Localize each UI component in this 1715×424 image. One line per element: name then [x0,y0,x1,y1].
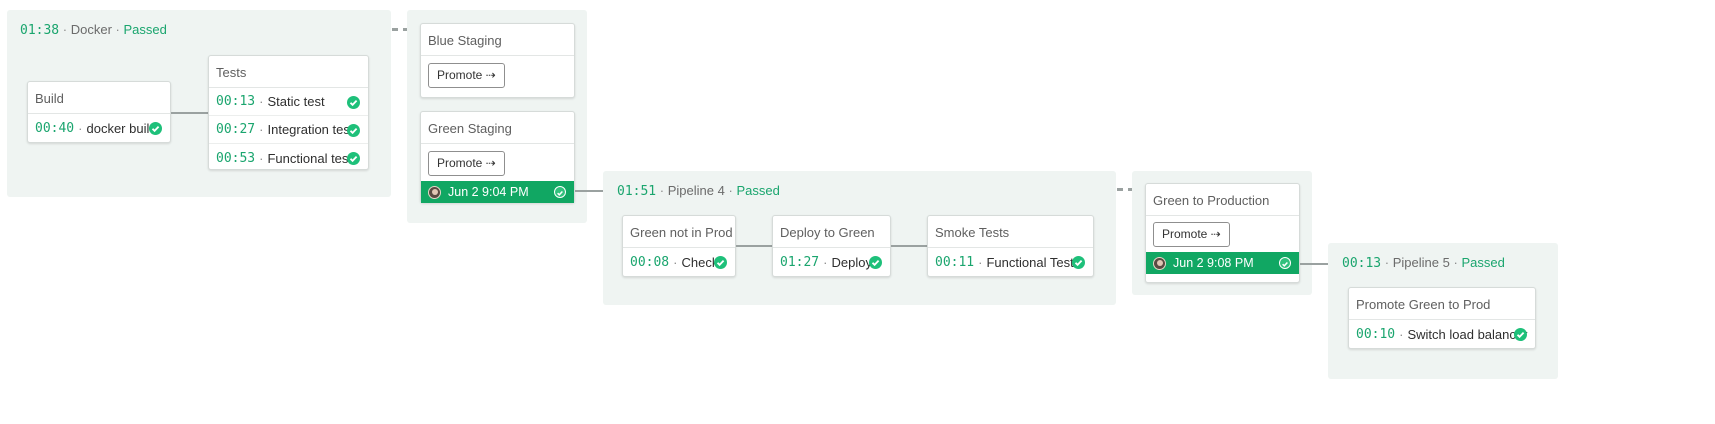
block-title: Green Staging [421,112,574,144]
stage-block: Green not in Prod 00:08 · Check [622,215,736,277]
connector-line [891,245,928,247]
stage-block: Deploy to Green 01:27 · Deploy [772,215,891,277]
job-row[interactable]: 01:27 · Deploy [773,248,890,276]
pipeline-status: Passed [123,22,167,37]
job-name: Deploy [831,254,872,270]
pipeline-duration: 01:51 [617,184,657,199]
docker-pipeline-header[interactable]: 01:38 · Docker · Passed [20,22,167,38]
job-name: Static test [267,94,325,109]
check-circle-icon [149,122,162,135]
check-circle-icon [1279,257,1291,269]
block-title: Green not in Prod [623,216,735,248]
promote-button[interactable]: Promote ⇢ [428,63,505,88]
green-staging-block: Green Staging Promote ⇢ Jun 2 9:04 PM [420,111,575,203]
stage-block: Promote Green to Prod 00:10 · Switch load … [1348,287,1536,349]
pipeline-name: Docker [70,22,112,37]
job-duration: 01:27 [780,254,820,270]
job-row[interactable]: 00:13 · Static test [209,88,368,116]
block-title: Build [28,82,170,114]
job-name: Check [681,254,719,270]
job-row[interactable]: 00:08 · Check [623,248,735,276]
job-name: Functional test [267,150,353,166]
job-duration: 00:27 [216,122,256,137]
block-title: Green to Production [1146,184,1299,216]
approval-bar[interactable]: Jun 2 9:04 PM [421,181,574,203]
job-name: Switch load balancer [1407,326,1528,342]
blue-staging-block: Blue Staging Promote ⇢ [420,23,575,98]
user-avatar [1153,256,1166,270]
block-title: Promote Green to Prod [1349,288,1535,320]
pipeline-duration: 01:38 [20,23,60,38]
job-row[interactable]: 00:10 · Switch load balancer [1349,320,1535,348]
job-row[interactable]: 00:11 · Functional Tests [928,248,1093,276]
check-circle-icon [1514,328,1527,341]
connector-line [1300,263,1329,265]
green-to-production-block: Green to Production Promote ⇢ Jun 2 9:08… [1145,183,1300,283]
build-block: Build 00:40 · docker build [27,81,171,143]
user-avatar [428,185,441,199]
block-title: Deploy to Green [773,216,890,248]
promote-button[interactable]: Promote ⇢ [428,151,505,176]
job-duration: 00:53 [216,150,256,166]
pipeline-status: Passed [1461,255,1505,270]
job-duration: 00:10 [1356,326,1396,342]
check-circle-icon [347,124,360,137]
connector-line [575,190,604,192]
check-circle-icon [347,96,360,109]
approval-bar[interactable]: Jun 2 9:08 PM [1146,252,1299,274]
job-name: docker build [86,120,157,136]
job-duration: 00:40 [35,120,75,136]
job-row[interactable]: 00:40 · docker build [28,114,170,142]
connector-line [171,112,209,114]
pipeline-name: Pipeline 5 [1392,255,1450,270]
check-circle-icon [714,256,727,269]
approval-time: Jun 2 9:04 PM [448,185,529,199]
stage-block: Smoke Tests 00:11 · Functional Tests [927,215,1094,277]
pipeline-duration: 00:13 [1342,256,1382,271]
block-title: Blue Staging [421,24,574,56]
block-title: Tests [209,56,368,88]
check-circle-icon [347,152,360,165]
job-row[interactable]: 00:53 · Functional test [209,144,368,172]
promote-button[interactable]: Promote ⇢ [1153,222,1230,247]
block-title: Smoke Tests [928,216,1093,248]
check-circle-icon [869,256,882,269]
job-duration: 00:08 [630,254,670,270]
tests-block: Tests 00:13 · Static test 00:27 · Integratio… [208,55,369,170]
pipeline-status: Passed [736,183,780,198]
pipeline-name: Pipeline 4 [667,183,725,198]
check-circle-icon [554,186,566,198]
pipeline4-header[interactable]: 01:51 · Pipeline 4 · Passed [617,183,780,199]
check-circle-icon [1072,256,1085,269]
job-row[interactable]: 00:27 · Integration test [209,116,368,144]
job-duration: 00:13 [216,94,256,109]
approval-time: Jun 2 9:08 PM [1173,256,1254,270]
job-duration: 00:11 [935,254,975,270]
pipeline5-header[interactable]: 00:13 · Pipeline 5 · Passed [1342,255,1505,271]
job-name: Functional Tests [986,254,1081,270]
job-name: Integration test [267,122,354,137]
connector-line [736,245,773,247]
